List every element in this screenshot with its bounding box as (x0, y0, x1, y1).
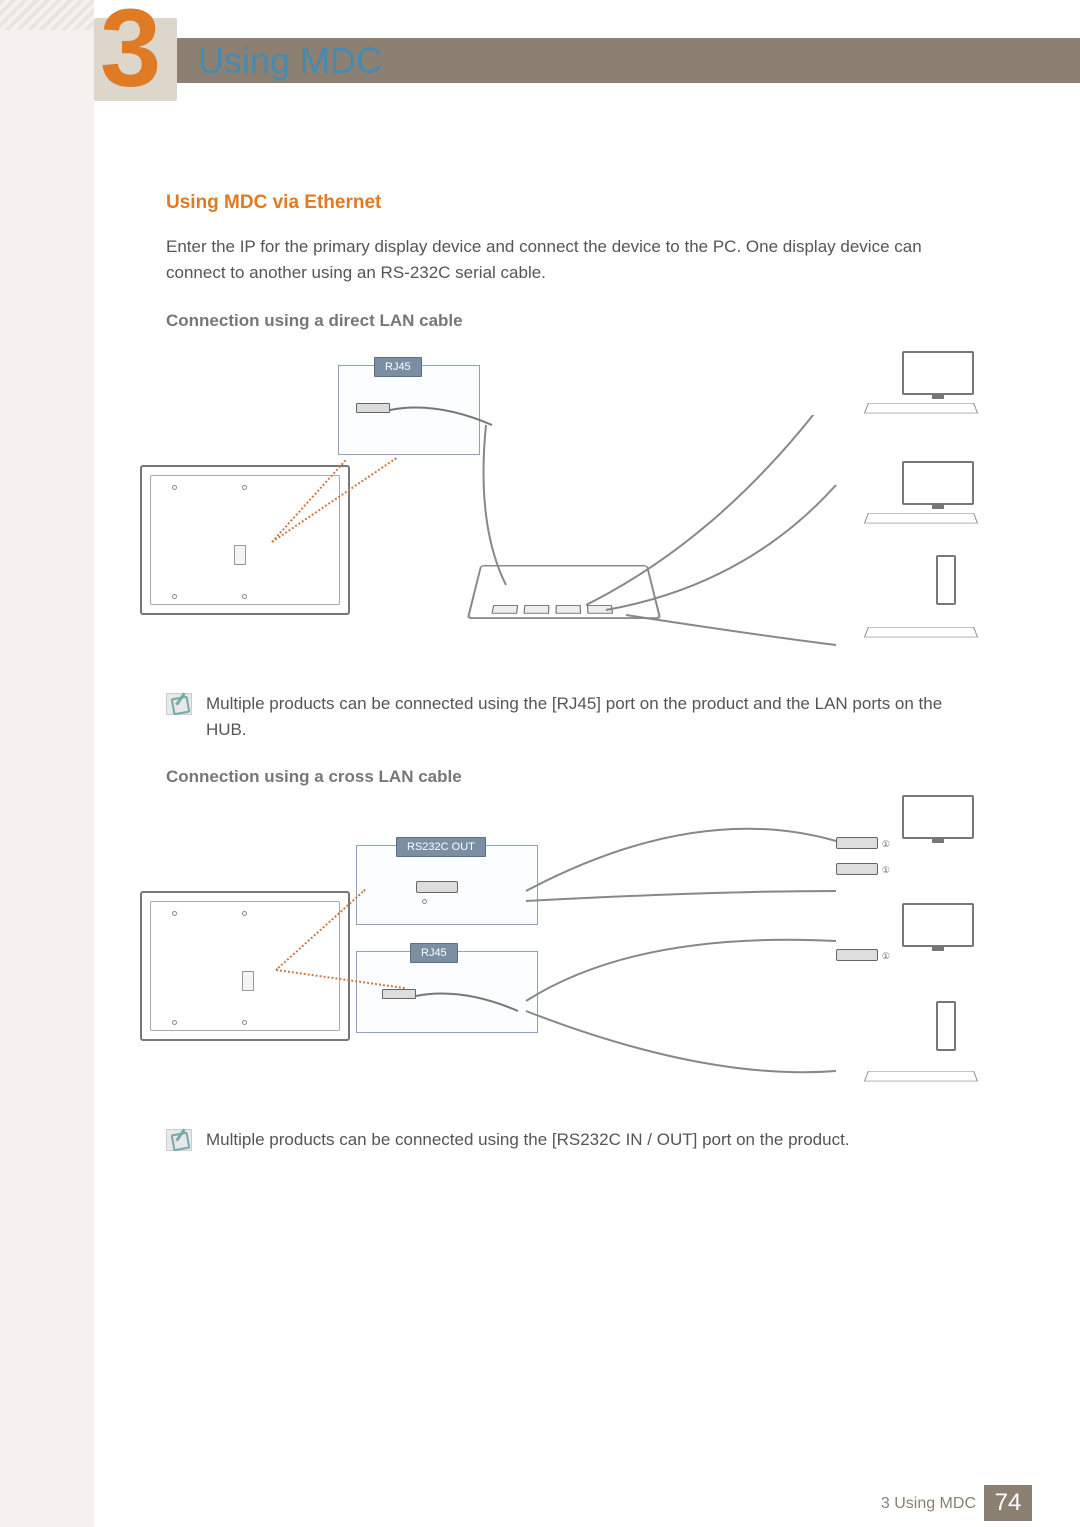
cables (466, 415, 866, 675)
note-text: Multiple products can be connected using… (206, 1127, 850, 1153)
screw-icon (242, 594, 247, 599)
page-number: 74 (984, 1485, 1032, 1521)
serial-plug-label: ① (882, 951, 890, 962)
panel-inner (150, 901, 340, 1031)
intro-paragraph: Enter the IP for the primary display dev… (166, 234, 982, 287)
port-slot (234, 545, 246, 565)
pc-tower-icon (936, 555, 956, 605)
port-slot (242, 971, 254, 991)
content: Using MDC via Ethernet Enter the IP for … (166, 192, 982, 1178)
heading-ethernet: Using MDC via Ethernet (166, 192, 982, 214)
screw-icon (172, 594, 177, 599)
label-rj45: RJ45 (410, 943, 458, 963)
monitor-base (864, 513, 978, 523)
cable-icon (402, 989, 522, 1019)
serial-plug-icon (836, 837, 878, 849)
pc-tower-icon (936, 1001, 956, 1051)
diagram-direct-lan: RJ45 (166, 345, 982, 665)
note-block: Multiple products can be connected using… (166, 691, 982, 744)
serial-plug-label: ① (882, 839, 890, 850)
note-text: Multiple products can be connected using… (206, 691, 982, 744)
monitor-base (864, 1071, 978, 1081)
monitor-icon (902, 903, 974, 947)
monitor-base (864, 627, 978, 637)
subheading-cross-lan: Connection using a cross LAN cable (166, 767, 982, 787)
label-rj45: RJ45 (374, 357, 422, 377)
monitor-icon (902, 461, 974, 505)
chapter-number: 3 (100, 0, 161, 104)
page: 3 Using MDC Using MDC via Ethernet Enter… (0, 0, 1080, 1527)
label-rs232c-out: RS232C OUT (396, 837, 486, 857)
subheading-direct-lan: Connection using a direct LAN cable (166, 311, 982, 331)
note-block: Multiple products can be connected using… (166, 1127, 982, 1153)
chapter-title: Using MDC (198, 38, 382, 83)
footer-label: 3 Using MDC (881, 1495, 976, 1513)
serial-plug-icon (836, 949, 878, 961)
screw-icon (172, 485, 177, 490)
panel-inner (150, 475, 340, 605)
serial-plug-icon (416, 881, 458, 893)
side-margin (0, 0, 94, 1527)
diagram-cross-lan: RS232C OUT RJ45 ① ① ① (166, 801, 982, 1101)
note-icon (166, 693, 192, 715)
monitor-base (864, 403, 978, 413)
display-back-panel (140, 891, 350, 1041)
screw-icon (242, 485, 247, 490)
note-icon (166, 1129, 192, 1151)
monitor-icon (902, 795, 974, 839)
footer: 3 Using MDC 74 (0, 1485, 1080, 1527)
serial-plug-icon (836, 863, 878, 875)
serial-plug-label: ① (882, 865, 890, 876)
monitor-icon (902, 351, 974, 395)
